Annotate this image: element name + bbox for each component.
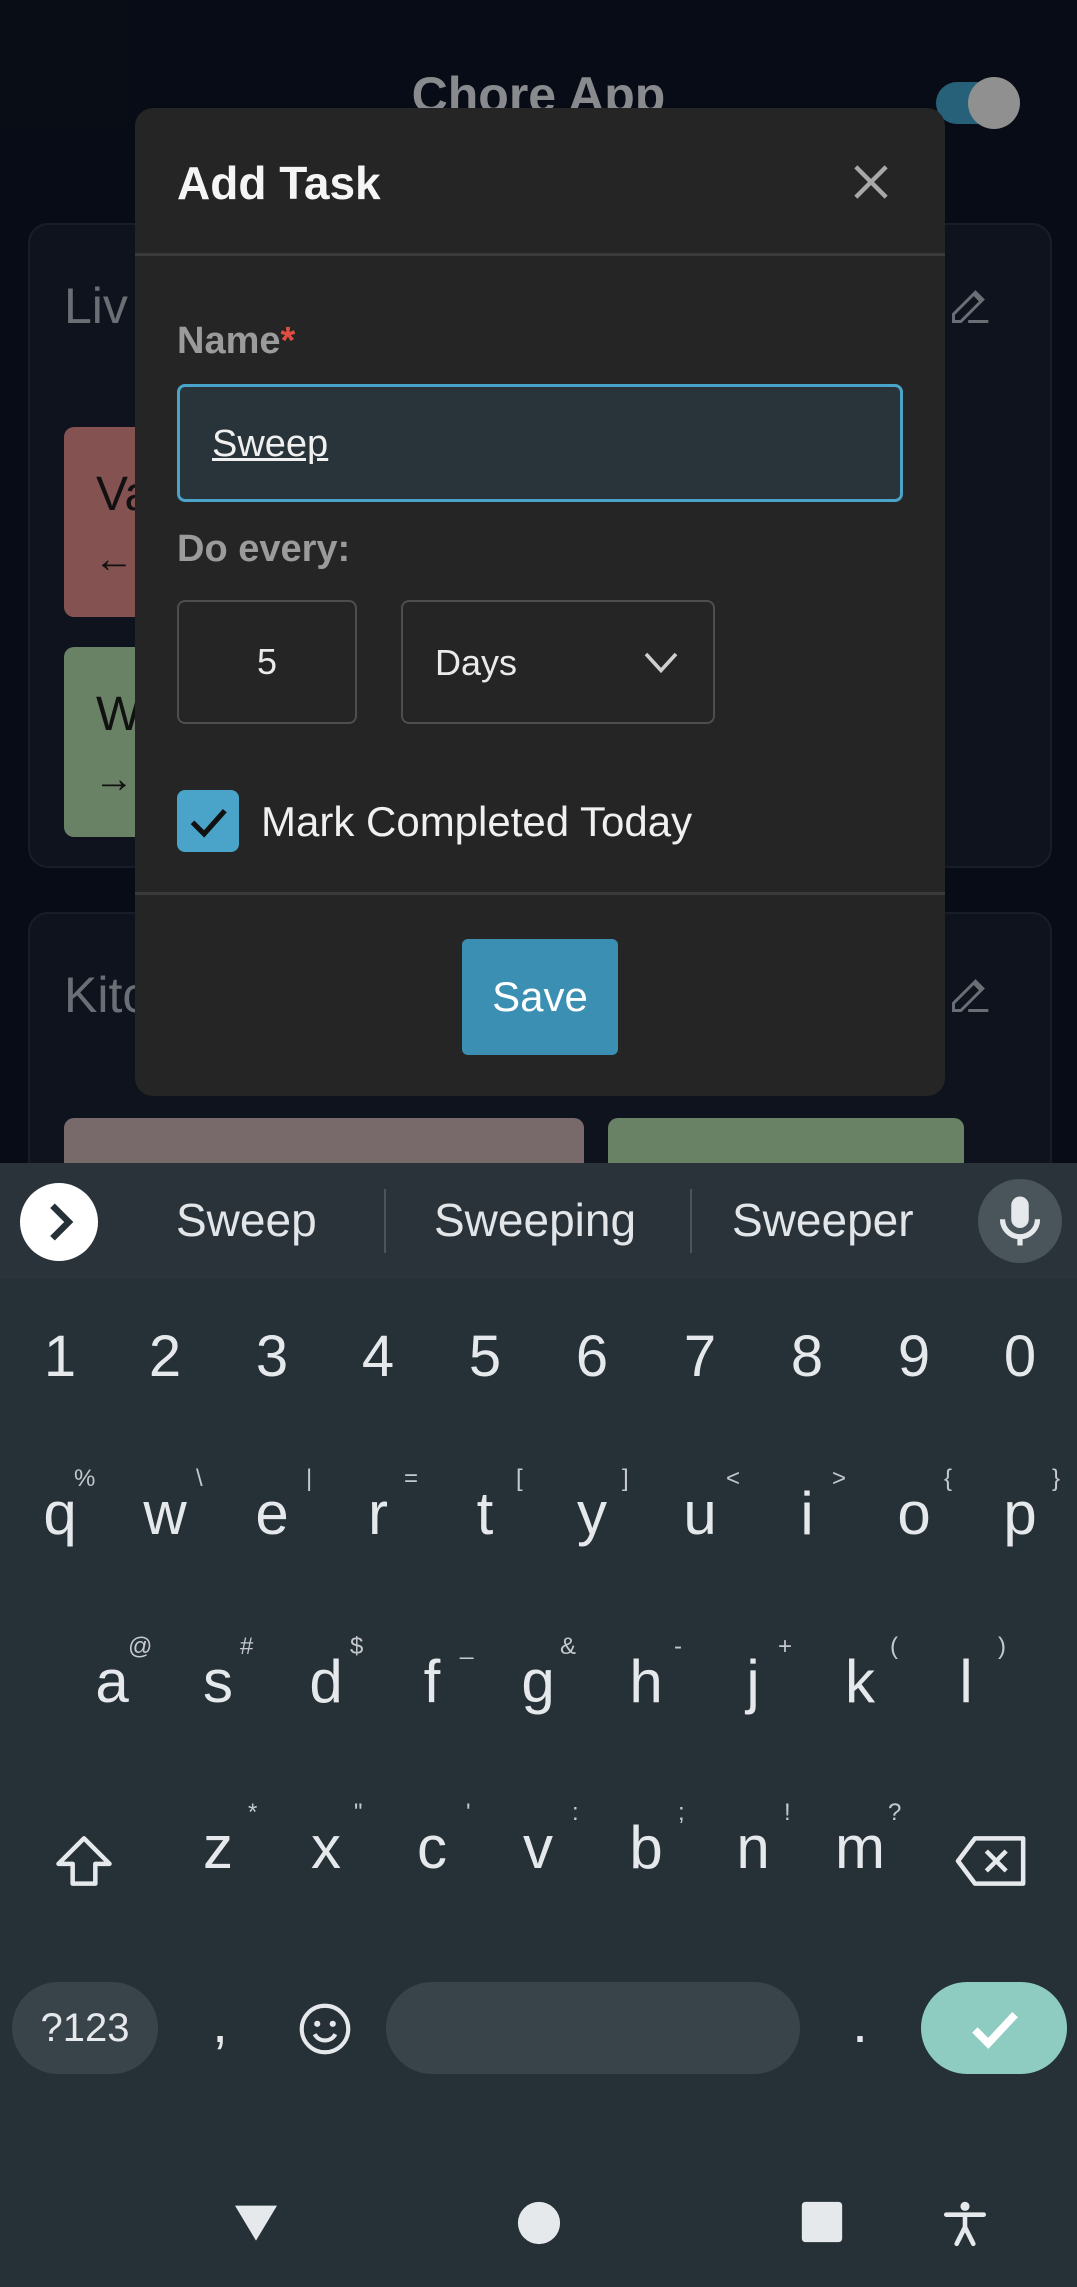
required-mark: * [280, 320, 296, 362]
key-1[interactable]: 1 [10, 1323, 110, 1390]
key-hint: ' [466, 1799, 471, 1826]
key-hint: ? [888, 1799, 902, 1826]
dialog-title: Add Task [177, 157, 381, 209]
suggestion-sweep[interactable]: Sweep [176, 1193, 317, 1247]
recents-icon[interactable] [800, 2200, 844, 2244]
chevron-right-icon [50, 1203, 74, 1241]
name-label: Name* [177, 320, 296, 362]
key-hint: : [572, 1799, 579, 1826]
accessibility-icon[interactable] [940, 2198, 990, 2248]
key-hint: # [240, 1633, 254, 1660]
home-icon[interactable] [516, 2200, 562, 2246]
key-2[interactable]: 2 [115, 1323, 215, 1390]
key-3[interactable]: 3 [222, 1323, 322, 1390]
add-task-dialog: Add Task Name* Sweep Do every: 5 Days Ma… [135, 108, 945, 1096]
name-input-value: Sweep [212, 423, 329, 465]
expand-toolbar-button[interactable] [20, 1183, 98, 1261]
key-hint: = [404, 1465, 419, 1492]
key-hint: @ [128, 1633, 153, 1660]
key-5[interactable]: 5 [435, 1323, 535, 1390]
mic-icon [999, 1196, 1041, 1246]
soft-keyboard: Sweep Sweeping Sweeper 1 2 3 4 5 6 7 8 9… [0, 1163, 1077, 2287]
key-hint: % [74, 1465, 96, 1492]
period-key[interactable]: . [832, 1990, 888, 2055]
enter-key[interactable] [921, 1982, 1067, 2074]
comma-key[interactable]: , [192, 1990, 248, 2055]
mark-completed-label: Mark Completed Today [261, 798, 693, 845]
shift-icon[interactable] [50, 1827, 118, 1895]
do-every-label: Do every: [177, 528, 351, 570]
key-hint: < [726, 1465, 741, 1492]
key-7[interactable]: 7 [650, 1323, 750, 1390]
key-6[interactable]: 6 [542, 1323, 642, 1390]
emoji-icon[interactable] [294, 1998, 356, 2060]
suggestion-sweeper[interactable]: Sweeper [732, 1193, 914, 1247]
key-hint: > [832, 1465, 847, 1492]
key-8[interactable]: 8 [757, 1323, 857, 1390]
divider [690, 1189, 692, 1253]
divider [135, 253, 945, 256]
system-navigation-bar [0, 2160, 1077, 2287]
save-button[interactable]: Save [462, 939, 618, 1055]
name-input[interactable]: Sweep [177, 384, 903, 502]
check-icon [972, 2011, 1018, 2049]
key-hint: * [248, 1799, 258, 1826]
key-hint: + [778, 1633, 793, 1660]
backspace-icon[interactable] [952, 1827, 1032, 1895]
mark-completed-checkbox[interactable] [177, 790, 239, 852]
divider [135, 892, 945, 895]
interval-number-input[interactable]: 5 [177, 600, 357, 724]
key-hint: $ [350, 1633, 364, 1660]
key-hint: _ [460, 1633, 474, 1660]
key-hint: [ [516, 1465, 523, 1492]
suggestion-bar: Sweep Sweeping Sweeper [0, 1163, 1077, 1279]
key-hint: & [560, 1633, 577, 1660]
key-4[interactable]: 4 [328, 1323, 428, 1390]
interval-unit-select[interactable]: Days [401, 600, 715, 724]
key-hint: } [1052, 1465, 1061, 1492]
key-hint: ( [890, 1633, 898, 1660]
check-icon [190, 808, 227, 838]
symbols-key[interactable]: ?123 [12, 1982, 158, 2074]
divider [384, 1189, 386, 1253]
key-hint: " [354, 1799, 363, 1826]
key-hint: | [306, 1465, 313, 1492]
close-icon[interactable] [845, 156, 897, 208]
interval-unit-value: Days [435, 642, 518, 683]
key-hint: { [944, 1465, 953, 1492]
key-hint: ! [784, 1799, 791, 1826]
chevron-down-icon [644, 652, 678, 674]
suggestion-sweeping[interactable]: Sweeping [434, 1193, 636, 1247]
back-icon[interactable] [228, 2194, 284, 2250]
space-key[interactable] [386, 1982, 800, 2074]
voice-input-button[interactable] [978, 1179, 1062, 1263]
key-0[interactable]: 0 [970, 1323, 1070, 1390]
key-hint: \ [196, 1465, 203, 1492]
key-hint: ) [998, 1633, 1006, 1660]
key-hint: ; [678, 1799, 685, 1826]
key-hint: - [674, 1633, 682, 1660]
key-9[interactable]: 9 [864, 1323, 964, 1390]
key-hint: ] [622, 1465, 629, 1492]
